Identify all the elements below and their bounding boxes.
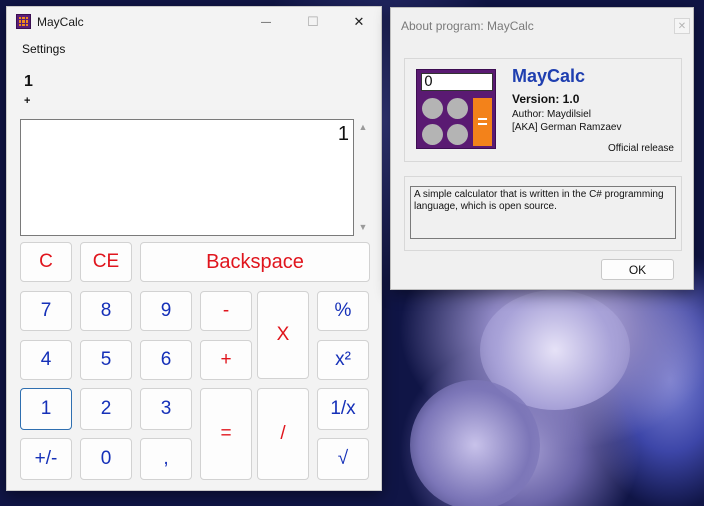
negate-button[interactable]: +/- <box>20 438 72 480</box>
reciprocal-button[interactable]: 1/x <box>317 388 369 430</box>
menu-bar: Settings <box>7 39 381 59</box>
digit-4-button[interactable]: 4 <box>20 340 72 380</box>
digit-7-button[interactable]: 7 <box>20 291 72 331</box>
close-icon: ✕ <box>353 14 365 29</box>
digit-6-button[interactable]: 6 <box>140 340 192 380</box>
calculator-window: MayCalc — ☐ ✕ Settings 1 + 1 ▲ ▼ C CE Ba… <box>6 6 382 491</box>
history-operator: + <box>24 95 31 107</box>
decimal-button[interactable]: , <box>140 438 192 480</box>
maximize-button[interactable]: ☐ <box>290 7 336 37</box>
percent-button[interactable]: % <box>317 291 369 331</box>
maycalc-logo: 0 = <box>416 69 496 149</box>
plus-button[interactable]: + <box>200 340 252 380</box>
clear-entry-button[interactable]: CE <box>80 242 132 282</box>
scroll-down-arrow-icon[interactable]: ▼ <box>357 222 369 234</box>
digit-8-button[interactable]: 8 <box>80 291 132 331</box>
sqrt-button[interactable]: √ <box>317 438 369 480</box>
logo-equals-key: = <box>473 98 492 146</box>
minus-button[interactable]: - <box>200 291 252 331</box>
logo-key <box>447 98 468 119</box>
close-button[interactable]: ✕ <box>336 7 382 37</box>
display-textbox[interactable]: 1 <box>20 119 354 236</box>
digit-5-button[interactable]: 5 <box>80 340 132 380</box>
about-description-panel: A simple calculator that is written in t… <box>404 176 682 251</box>
square-button[interactable]: x² <box>317 340 369 380</box>
history-value: 1 <box>24 73 33 90</box>
logo-key <box>447 124 468 145</box>
logo-screen: 0 <box>421 73 493 91</box>
clear-button[interactable]: C <box>20 242 72 282</box>
about-info-panel: 0 = MayCalc Version: 1.0 Author: Maydils… <box>404 58 682 162</box>
about-version: Version: 1.0 <box>512 92 580 106</box>
display-value: 1 <box>337 123 349 145</box>
digit-3-button[interactable]: 3 <box>140 388 192 430</box>
about-app-name: MayCalc <box>512 66 586 86</box>
logo-key <box>422 124 443 145</box>
close-icon: ✕ <box>677 20 687 32</box>
about-aka: [AKA] German Ramzaev <box>512 122 622 133</box>
minimize-button[interactable]: — <box>243 7 289 37</box>
divide-button[interactable]: / <box>257 388 309 480</box>
window-title: MayCalc <box>37 15 84 29</box>
scroll-up-arrow-icon[interactable]: ▲ <box>357 122 369 134</box>
menu-settings[interactable]: Settings <box>22 42 65 56</box>
about-close-button[interactable]: ✕ <box>674 18 690 34</box>
maximize-icon: ☐ <box>307 14 319 29</box>
wallpaper-highlight-2 <box>410 380 540 506</box>
digit-0-button[interactable]: 0 <box>80 438 132 480</box>
about-dialog-title: About program: MayCalc <box>401 19 534 33</box>
digit-9-button[interactable]: 9 <box>140 291 192 331</box>
calculator-app-icon <box>16 14 31 29</box>
multiply-button[interactable]: X <box>257 291 309 379</box>
about-author: Author: Maydilsiel <box>512 109 591 120</box>
ok-button[interactable]: OK <box>601 259 674 280</box>
digit-2-button[interactable]: 2 <box>80 388 132 430</box>
digit-1-button[interactable]: 1 <box>20 388 72 430</box>
equals-button[interactable]: = <box>200 388 252 480</box>
calculator-titlebar[interactable]: MayCalc — ☐ ✕ <box>7 7 381 37</box>
about-dialog: About program: MayCalc ✕ 0 = MayCalc Ver… <box>390 7 694 290</box>
backspace-button[interactable]: Backspace <box>140 242 370 282</box>
minimize-icon: — <box>261 16 271 28</box>
about-description[interactable]: A simple calculator that is written in t… <box>410 186 676 239</box>
about-release: Official release <box>608 143 674 154</box>
logo-key <box>422 98 443 119</box>
